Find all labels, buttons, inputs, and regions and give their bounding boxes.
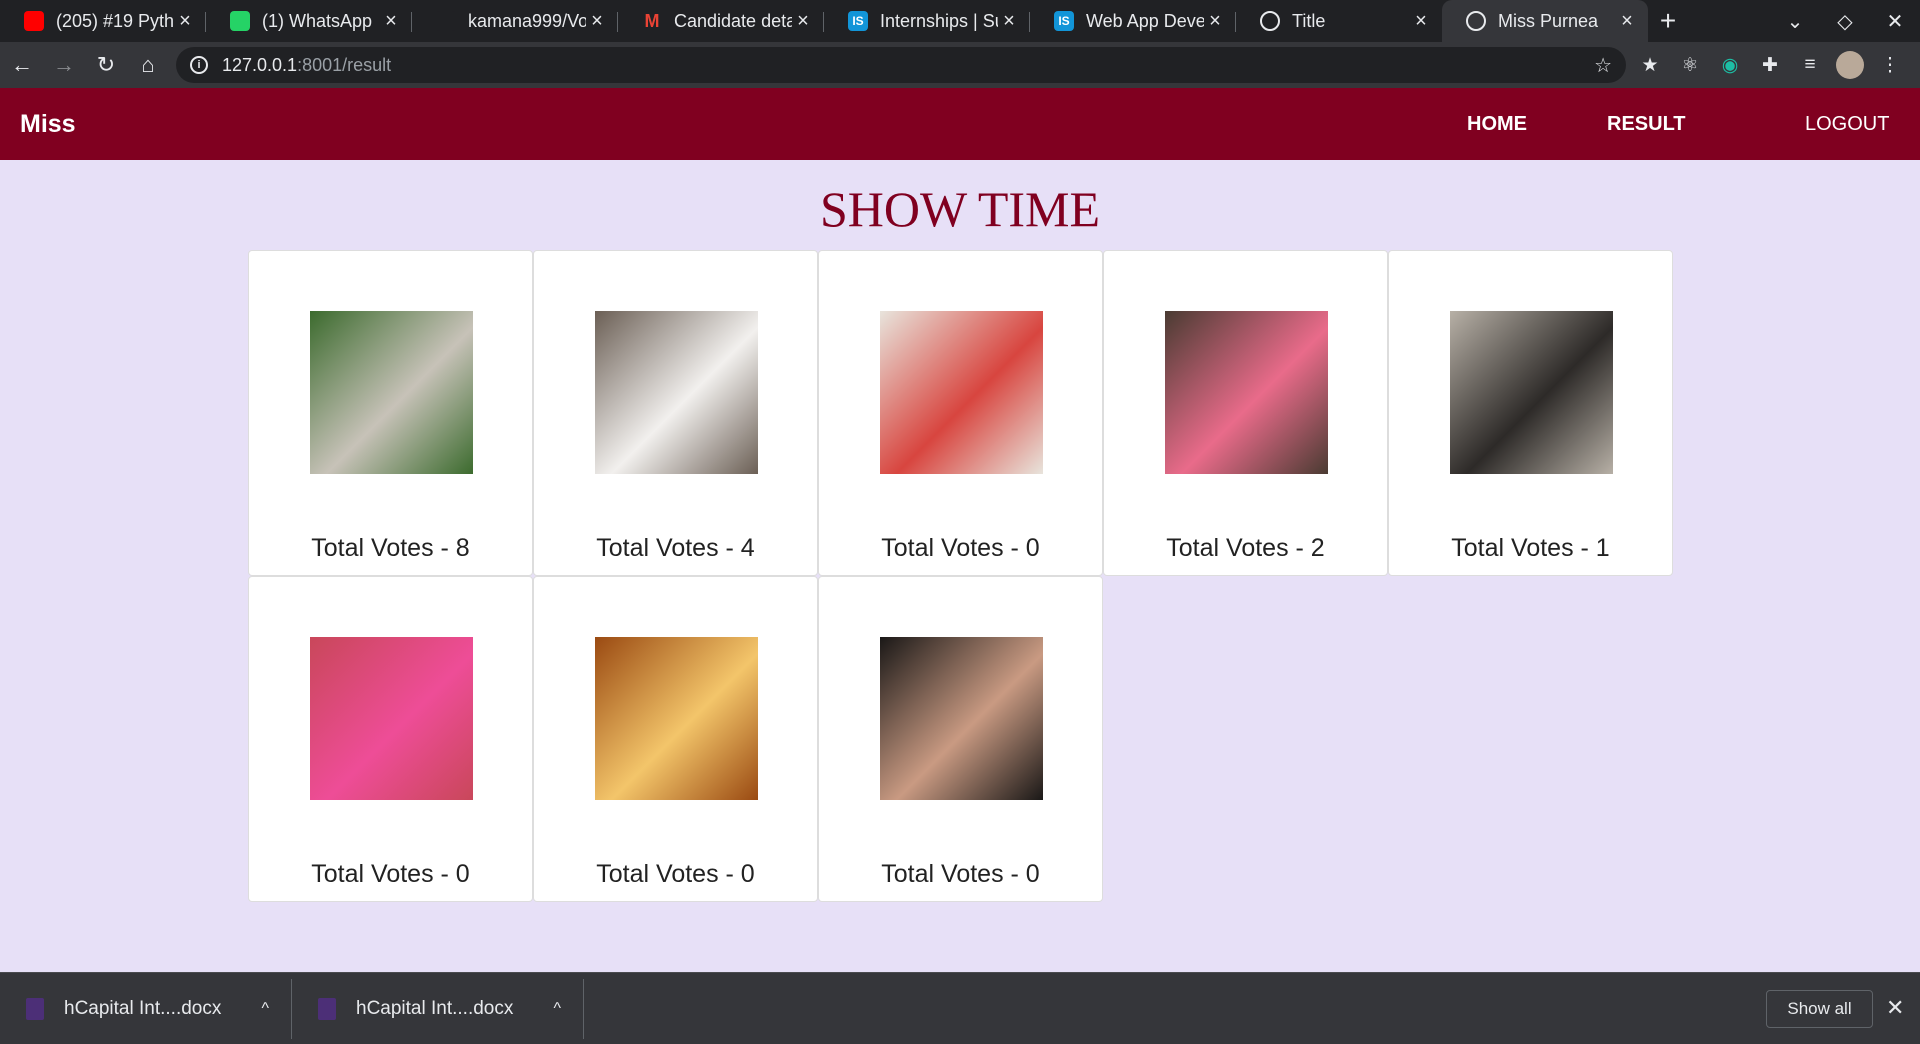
candidate-photo [595,637,758,800]
extension-star-icon[interactable]: ★ [1630,54,1670,77]
candidate-card: Total Votes - 8 [248,250,533,576]
download-filename: hCapital Int....docx [356,997,514,1019]
show-all-downloads-button[interactable]: Show all [1766,990,1873,1028]
candidate-photo [595,311,758,474]
total-votes-label: Total Votes - 4 [596,534,755,562]
candidate-photo [1165,311,1328,474]
youtube-icon [24,11,44,31]
nav-home-link[interactable]: HOME [1467,113,1527,136]
whatsapp-icon [230,11,250,31]
download-item[interactable]: hCapital Int....docx ^ [0,978,292,1039]
extension-diamond-icon[interactable]: ◇ [1820,9,1870,34]
nav-result-link[interactable]: RESULT [1607,113,1686,136]
tab-title: (1) WhatsApp [262,10,373,31]
extensions-puzzle-icon[interactable]: ✚ [1750,54,1790,77]
site-info-icon[interactable]: i [190,56,208,74]
candidate-card: Total Votes - 2 [1103,250,1388,576]
docx-file-icon [26,997,44,1020]
chevron-up-icon[interactable]: ^ [261,1000,269,1018]
forward-icon[interactable]: → [44,45,84,85]
browser-toolbar: ← → ↻ ⌂ i 127.0.0.1:8001/result ☆ ★ ⚛ ◉ … [0,42,1920,88]
tab-close-icon[interactable]: × [1204,10,1226,33]
github-icon [436,11,456,31]
candidate-card: Total Votes - 4 [533,250,818,576]
candidate-card: Total Votes - 1 [1388,250,1673,576]
site-navbar: Miss HOME RESULT LOGOUT [0,88,1920,160]
browser-tab[interactable]: kamana999/Vo × [412,0,618,42]
total-votes-label: Total Votes - 0 [311,860,470,888]
browser-menu-icon[interactable]: ⋮ [1870,54,1910,77]
total-votes-label: Total Votes - 0 [596,860,755,888]
extension-circle-icon[interactable]: ◉ [1710,54,1750,77]
tab-title: Internships | Su [880,10,998,31]
total-votes-label: Total Votes - 2 [1166,534,1325,562]
browser-tab[interactable]: (205) #19 Pyth × [0,0,206,42]
candidate-photo [880,637,1043,800]
back-icon[interactable]: ← [2,45,42,85]
tab-close-icon[interactable]: × [380,10,402,33]
browser-tab[interactable]: M Candidate deta × [618,0,824,42]
docx-file-icon [318,997,336,1020]
reload-icon[interactable]: ↻ [86,45,126,85]
profile-avatar[interactable] [1836,51,1864,79]
extension-icons: ★ ⚛ ◉ ✚ ≡ ⋮ [1630,42,1910,88]
address-bar[interactable]: i 127.0.0.1:8001/result ☆ [176,47,1626,83]
tab-search-icon[interactable]: ⌄ [1770,9,1820,34]
total-votes-label: Total Votes - 8 [311,534,470,562]
globe-icon [1260,11,1280,31]
globe-icon [1466,11,1486,31]
chevron-up-icon[interactable]: ^ [553,1000,561,1018]
tab-title: Web App Devel [1086,10,1204,31]
tab-close-icon[interactable]: × [1410,10,1432,33]
window-close-icon[interactable]: ✕ [1870,9,1920,34]
candidate-card: Total Votes - 0 [533,576,818,902]
home-icon[interactable]: ⌂ [128,45,168,85]
tab-title: kamana999/Vo [468,10,586,31]
candidate-card: Total Votes - 0 [818,250,1103,576]
browser-tab[interactable]: Miss Purnea × [1442,0,1648,42]
internshala-icon: IS [848,11,868,31]
bookmark-star-icon[interactable]: ☆ [1594,53,1612,78]
page-title: SHOW TIME [819,181,1101,237]
url-host: 127.0.0.1 [222,54,298,75]
internshala-icon: IS [1054,11,1074,31]
tab-close-icon[interactable]: × [586,10,608,33]
total-votes-label: Total Votes - 0 [881,860,1040,888]
browser-tab[interactable]: IS Web App Devel × [1030,0,1236,42]
total-votes-label: Total Votes - 0 [881,534,1040,562]
download-item[interactable]: hCapital Int....docx ^ [292,978,584,1039]
tab-close-icon[interactable]: × [998,10,1020,33]
browser-tab[interactable]: (1) WhatsApp × [206,0,412,42]
tab-title: (205) #19 Pyth [56,10,174,31]
tab-title: Title [1292,10,1326,31]
tab-close-icon[interactable]: × [174,10,196,33]
browser-tab[interactable]: IS Internships | Su × [824,0,1030,42]
browser-tab[interactable]: Title × [1236,0,1442,42]
tab-title: Candidate deta [674,10,792,31]
gmail-icon: M [644,10,660,31]
tab-title: Miss Purnea [1498,10,1599,31]
total-votes-label: Total Votes - 1 [1451,534,1610,562]
candidate-photo [310,637,473,800]
candidate-grid: Total Votes - 8 Total Votes - 4 Total Vote… [248,250,1678,902]
site-brand[interactable]: Miss [20,110,76,139]
media-queue-icon[interactable]: ≡ [1790,54,1830,76]
candidate-photo [1450,311,1613,474]
download-filename: hCapital Int....docx [64,997,222,1019]
candidate-photo [880,311,1043,474]
download-bar: hCapital Int....docx ^ hCapital Int....d… [0,972,1920,1044]
new-tab-button[interactable]: + [1648,0,1688,42]
browser-tab-strip: (205) #19 Pyth × (1) WhatsApp × kamana999/Vo… [0,0,1920,42]
candidate-card: Total Votes - 0 [818,576,1103,902]
react-devtools-icon[interactable]: ⚛ [1670,54,1710,77]
tab-close-icon[interactable]: × [792,10,814,33]
candidate-photo [310,311,473,474]
tab-close-icon[interactable]: × [1616,10,1638,33]
candidate-card: Total Votes - 0 [248,576,533,902]
nav-logout-link[interactable]: LOGOUT [1805,113,1889,136]
tab-strip-controls: ⌄ ◇ ✕ [1770,0,1920,42]
close-download-bar-icon[interactable]: ✕ [1886,995,1904,1021]
url-path: :8001/result [297,54,392,75]
